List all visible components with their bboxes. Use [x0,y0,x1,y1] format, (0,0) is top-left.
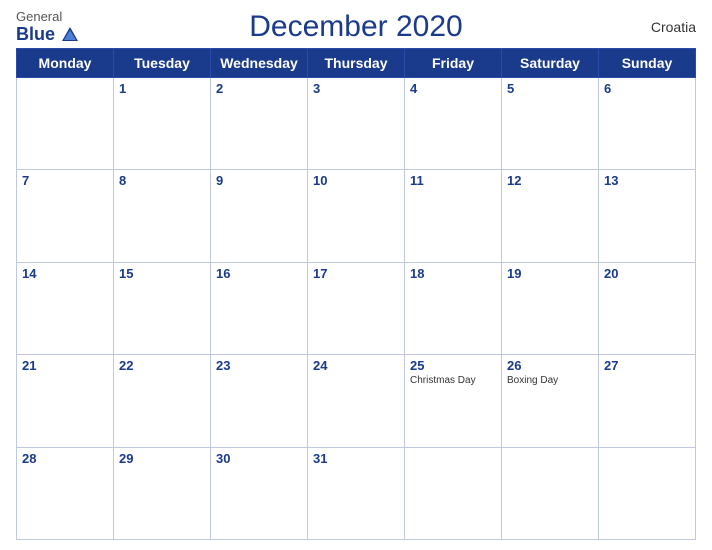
calendar-week-row: 123456 [17,78,696,170]
weekday-thursday: Thursday [308,49,405,78]
page-header: General Blue December 2020 Croatia [16,10,696,44]
calendar-cell: 24 [308,355,405,447]
day-number: 31 [313,451,399,466]
calendar-week-row: 21 22 23 24 25 Christmas Day 26 Boxing Day 27 [17,355,696,447]
holiday-label: Christmas Day [410,375,496,386]
day-number: 27 [604,358,690,373]
calendar-cell: 19 [502,262,599,354]
logo: General Blue [16,10,106,44]
weekday-monday: Monday [17,49,114,78]
day-number: 30 [216,451,302,466]
calendar-table: Monday Tuesday Wednesday Thursday Friday… [16,48,696,540]
day-number: 26 [507,358,593,373]
logo-blue-text: Blue [16,25,79,44]
calendar-cell: 31 [308,447,405,539]
calendar-cell: 15 [114,262,211,354]
country-label: Croatia [606,19,696,35]
calendar-week-row: 28 29 30 31 [17,447,696,539]
day-number: 10 [313,173,399,188]
day-number: 7 [22,173,108,188]
day-number: 23 [216,358,302,373]
day-number: 24 [313,358,399,373]
calendar-cell: 17 [308,262,405,354]
day-number: 2 [216,81,302,96]
day-number: 19 [507,266,593,281]
calendar-cell: 16 [211,262,308,354]
calendar-cell: 20 [599,262,696,354]
calendar-cell [17,78,114,170]
calendar-cell: 5 [502,78,599,170]
calendar-cell: 11 [405,170,502,262]
weekday-sunday: Sunday [599,49,696,78]
day-number: 11 [410,173,496,188]
calendar-cell [502,447,599,539]
calendar-cell: 27 [599,355,696,447]
calendar-cell: 7 [17,170,114,262]
calendar-cell: 22 [114,355,211,447]
calendar-cell: 13 [599,170,696,262]
weekday-tuesday: Tuesday [114,49,211,78]
day-number: 4 [410,81,496,96]
logo-icon [61,26,79,44]
calendar-cell: 28 [17,447,114,539]
calendar-cell: 26 Boxing Day [502,355,599,447]
day-number: 12 [507,173,593,188]
day-number: 8 [119,173,205,188]
holiday-label: Boxing Day [507,375,593,386]
calendar-cell: 8 [114,170,211,262]
calendar-cell: 14 [17,262,114,354]
calendar-title: December 2020 [106,10,606,44]
calendar-cell: 25 Christmas Day [405,355,502,447]
calendar-cell: 18 [405,262,502,354]
calendar-cell: 4 [405,78,502,170]
day-number: 21 [22,358,108,373]
day-number: 18 [410,266,496,281]
calendar-cell [599,447,696,539]
weekday-wednesday: Wednesday [211,49,308,78]
calendar-cell: 3 [308,78,405,170]
calendar-cell: 10 [308,170,405,262]
day-number: 14 [22,266,108,281]
logo-general-text: General [16,10,62,24]
day-number: 6 [604,81,690,96]
day-number: 16 [216,266,302,281]
calendar-cell [405,447,502,539]
calendar-cell: 29 [114,447,211,539]
day-number: 25 [410,358,496,373]
calendar-cell: 23 [211,355,308,447]
calendar-cell: 1 [114,78,211,170]
calendar-cell: 9 [211,170,308,262]
day-number: 17 [313,266,399,281]
day-number: 28 [22,451,108,466]
calendar-week-row: 14 15 16 17 18 19 20 [17,262,696,354]
calendar-week-row: 789 10 11 12 13 [17,170,696,262]
day-number: 29 [119,451,205,466]
day-number: 15 [119,266,205,281]
day-number: 1 [119,81,205,96]
weekday-header-row: Monday Tuesday Wednesday Thursday Friday… [17,49,696,78]
weekday-friday: Friday [405,49,502,78]
calendar-cell: 12 [502,170,599,262]
calendar-cell: 21 [17,355,114,447]
calendar-cell: 30 [211,447,308,539]
day-number: 22 [119,358,205,373]
weekday-saturday: Saturday [502,49,599,78]
day-number: 13 [604,173,690,188]
day-number: 5 [507,81,593,96]
day-number: 20 [604,266,690,281]
day-number: 9 [216,173,302,188]
day-number: 3 [313,81,399,96]
calendar-cell: 6 [599,78,696,170]
calendar-cell: 2 [211,78,308,170]
